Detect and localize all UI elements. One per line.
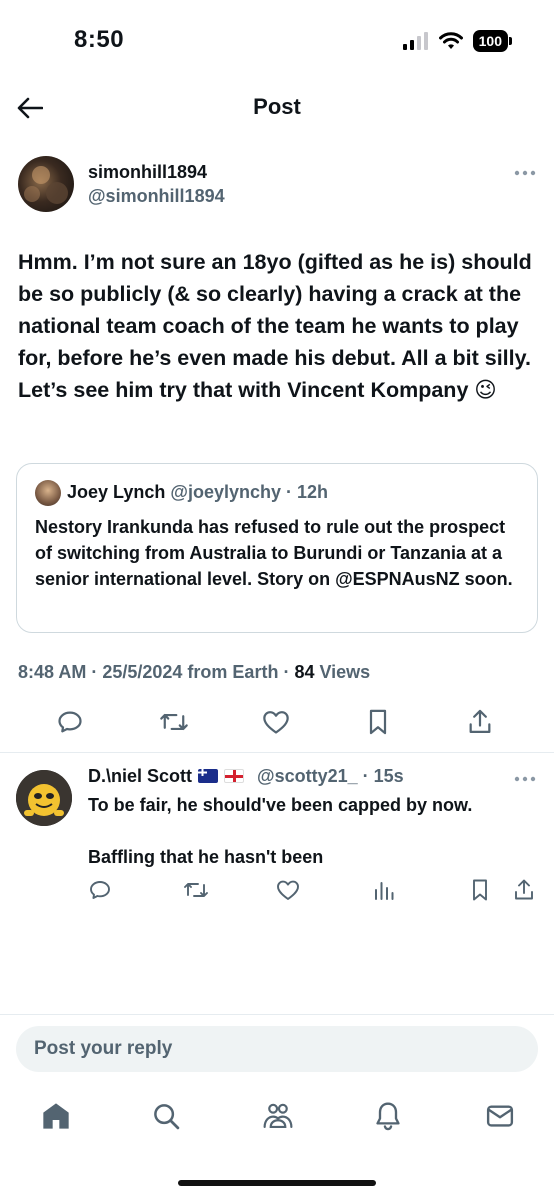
- quote-author-avatar: [35, 480, 61, 506]
- heart-icon: [263, 711, 289, 734]
- tab-search[interactable]: [146, 1094, 186, 1138]
- emoji-avatar-image: [16, 770, 72, 826]
- quote-author-name: Joey Lynch: [67, 482, 166, 502]
- home-icon: [43, 1103, 69, 1129]
- repost-button[interactable]: [156, 704, 192, 740]
- share-icon: [515, 879, 533, 900]
- comment-icon: [90, 881, 110, 899]
- england-flag-icon: [224, 769, 245, 783]
- status-time: 8:50: [74, 26, 125, 53]
- battery-indicator: 100: [472, 30, 513, 52]
- reply-share-button[interactable]: [510, 876, 538, 904]
- like-button[interactable]: [258, 704, 294, 740]
- author-avatar[interactable]: [18, 156, 74, 212]
- heart-icon: [277, 880, 299, 900]
- reply-bookmark-button[interactable]: [466, 876, 494, 904]
- reply-text-line: Baffling that he hasn't been: [88, 847, 324, 867]
- share-button[interactable]: [462, 704, 498, 740]
- reply-views-button[interactable]: [370, 876, 398, 904]
- post-meta: 8:48 AM · 25/5/2024 from Earth · 84 View…: [18, 662, 370, 683]
- quoted-post[interactable]: Joey Lynch @joeylynchy · 12h Nestory Ira…: [16, 463, 538, 633]
- reply-comment-button[interactable]: [86, 876, 114, 904]
- reply-button[interactable]: [52, 704, 88, 740]
- battery-level: 100: [478, 33, 502, 49]
- share-icon: [469, 709, 491, 734]
- page-title: Post: [253, 94, 301, 119]
- mail-icon: [486, 1105, 514, 1127]
- views-bar-icon: [375, 882, 394, 900]
- reply-input[interactable]: [16, 1026, 538, 1072]
- author-handle[interactable]: @simonhill1894: [88, 186, 225, 207]
- views-label: Views: [314, 662, 371, 682]
- repost-icon: [184, 883, 208, 897]
- post-text: Hmm. I’m not sure an 18yo (gifted as he …: [18, 250, 532, 402]
- reply-handle-time: @scotty21_ · 15s: [257, 766, 404, 786]
- reply-more-options-button[interactable]: [514, 770, 536, 782]
- views-count: 84: [294, 662, 315, 682]
- more-options-button[interactable]: [514, 164, 536, 176]
- more-dots-icon: [514, 170, 536, 176]
- more-dots-icon: [514, 776, 536, 782]
- home-indicator: [178, 1180, 376, 1186]
- quote-handle-time: @joeylynchy · 12h: [170, 482, 328, 502]
- tab-messages[interactable]: [480, 1094, 520, 1138]
- author-name[interactable]: simonhill1894: [88, 162, 207, 183]
- status-bar: 8:50 100: [0, 0, 554, 80]
- reply-like-button[interactable]: [274, 876, 302, 904]
- tab-notifications[interactable]: [368, 1094, 408, 1138]
- reply-repost-button[interactable]: [182, 876, 210, 904]
- bookmark-icon: [369, 709, 387, 735]
- tab-home[interactable]: [36, 1094, 76, 1138]
- quote-header: Joey Lynch @joeylynchy · 12h: [67, 482, 328, 503]
- top-nav: Post: [0, 80, 554, 136]
- australia-flag-icon: [198, 769, 219, 783]
- quote-text: Nestory Irankunda has refused to rule ou…: [35, 517, 513, 589]
- status-icons: 100: [402, 30, 513, 52]
- tab-communities[interactable]: [258, 1094, 298, 1138]
- repost-icon: [160, 713, 188, 731]
- bookmark-icon: [473, 879, 487, 901]
- divider: [0, 752, 554, 753]
- reply-author-avatar[interactable]: [16, 770, 72, 826]
- search-icon: [154, 1104, 180, 1130]
- reply-header: D.\niel Scott @scotty21_ · 15s: [88, 766, 404, 787]
- post-actions: [0, 704, 554, 744]
- wifi-icon: [438, 32, 463, 49]
- reply-author-name[interactable]: D.\niel Scott: [88, 766, 192, 786]
- communities-icon: [263, 1103, 293, 1129]
- bell-icon: [376, 1102, 400, 1131]
- reply-actions: [0, 876, 554, 906]
- bookmark-button[interactable]: [360, 704, 396, 740]
- bottom-tab-bar: [0, 1094, 554, 1144]
- comment-icon: [58, 711, 82, 733]
- reply-text: To be fair, he should've been capped by …: [88, 792, 538, 870]
- composer-divider: [0, 1014, 554, 1015]
- cellular-signal-icon: [402, 32, 428, 50]
- post-timestamp: 8:48 AM · 25/5/2024 from Earth ·: [18, 662, 295, 682]
- reply-text-line: To be fair, he should've been capped by …: [88, 795, 473, 815]
